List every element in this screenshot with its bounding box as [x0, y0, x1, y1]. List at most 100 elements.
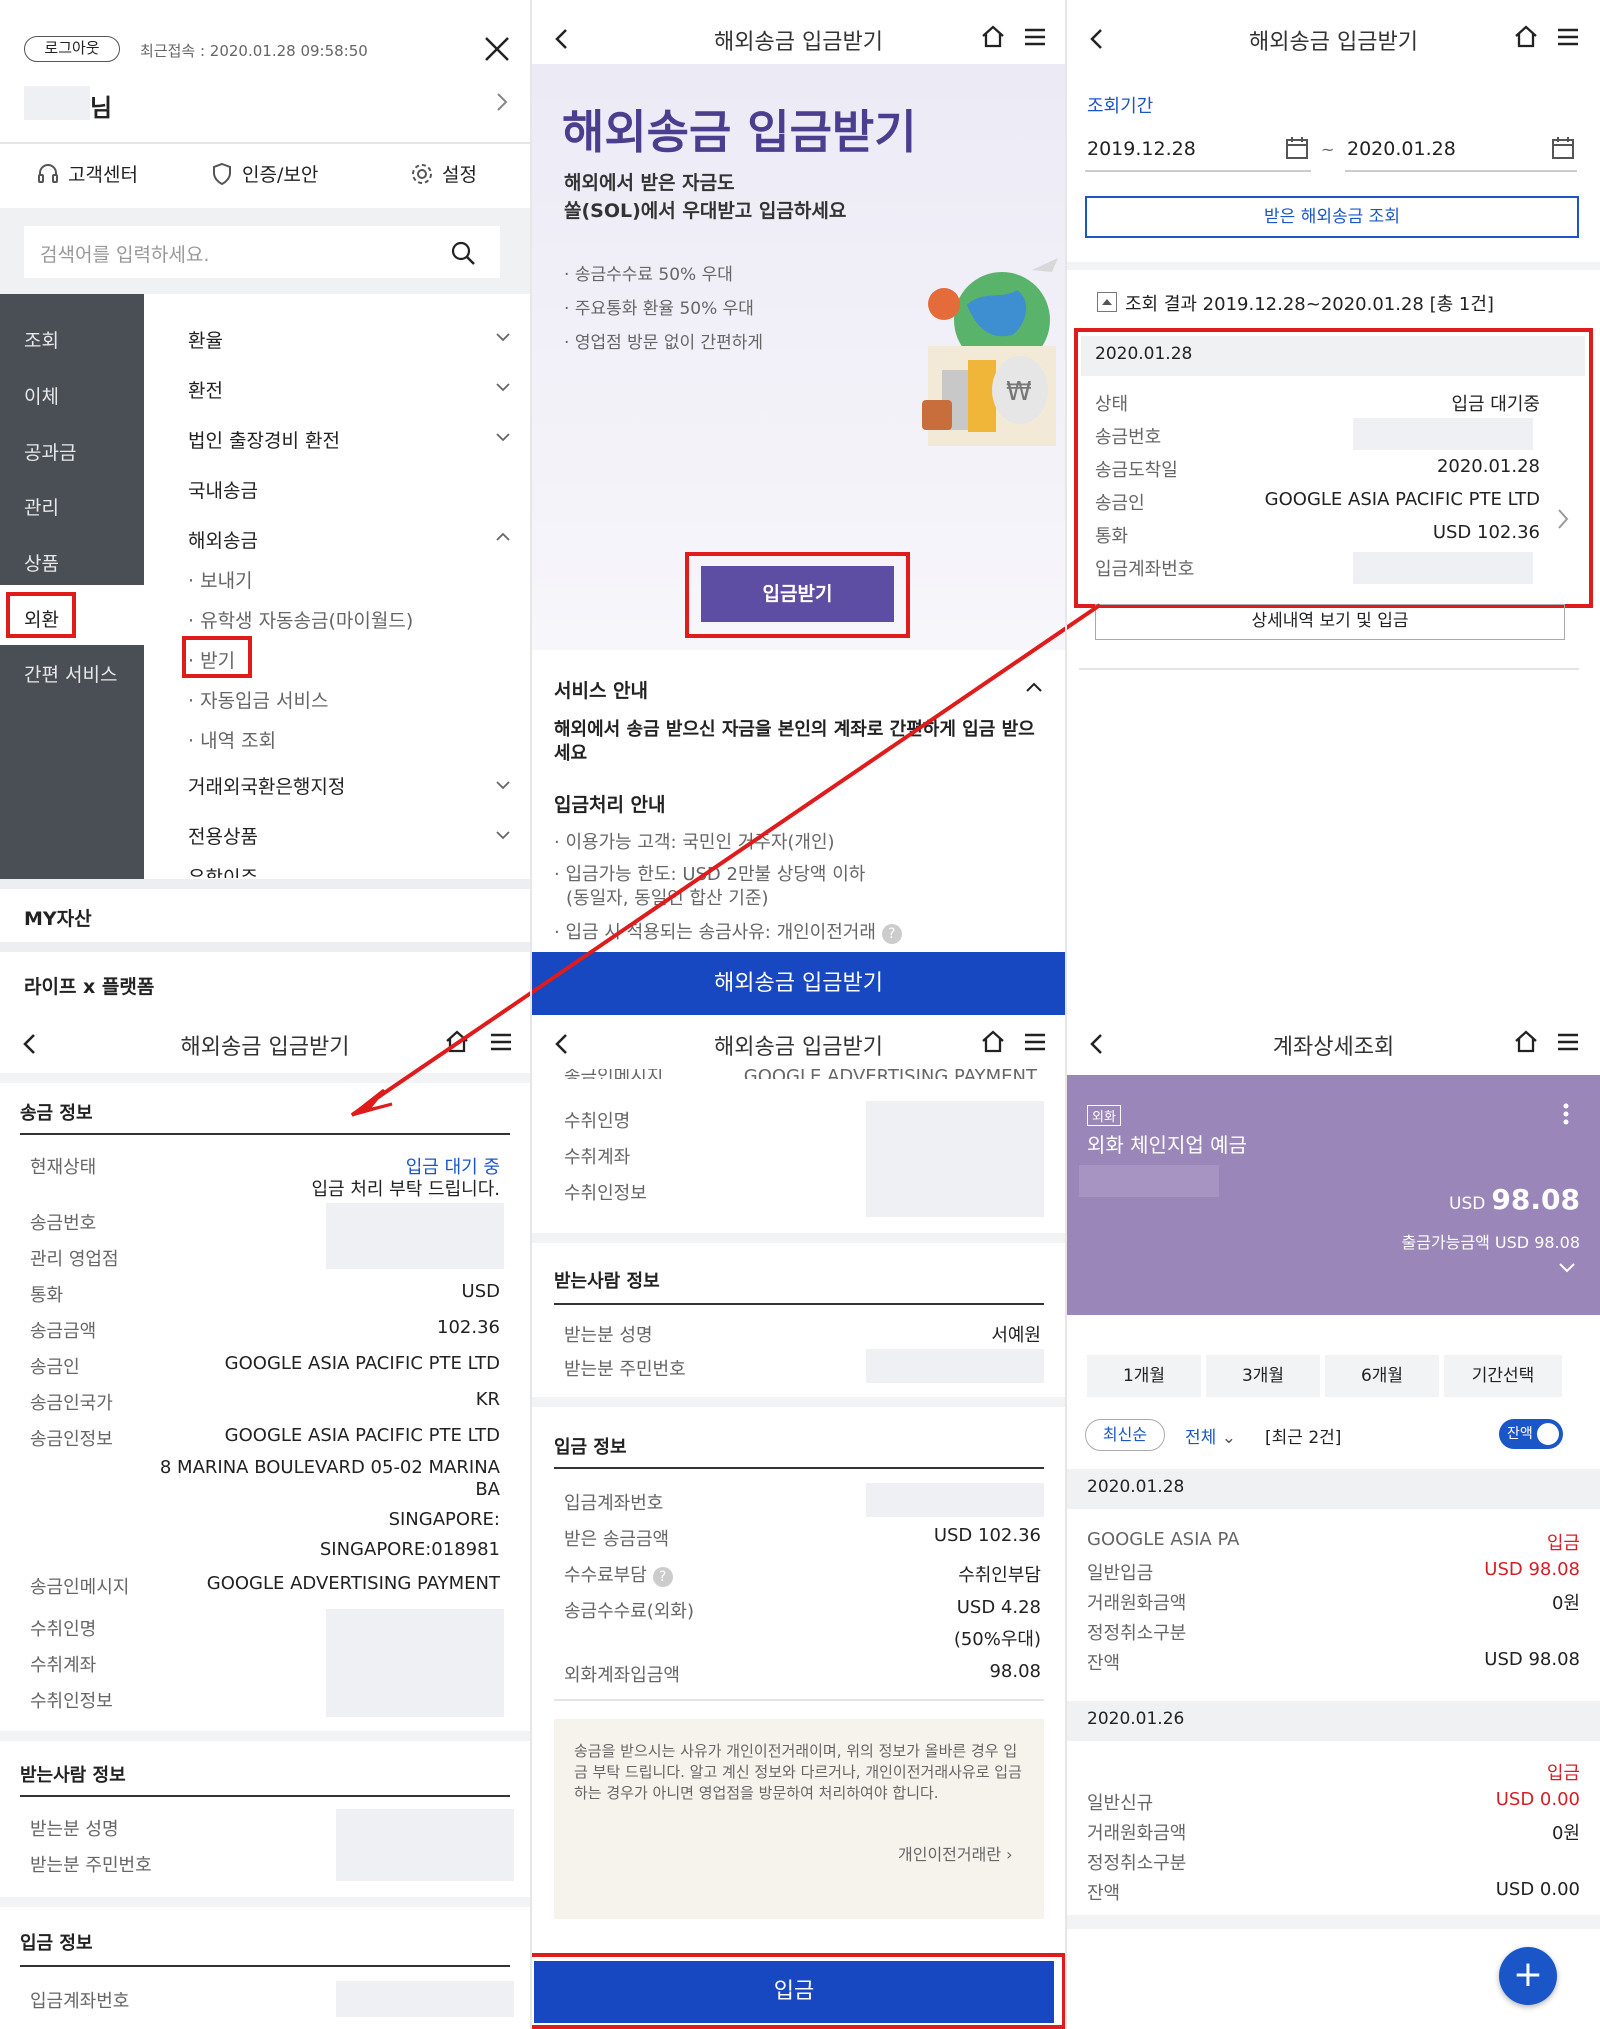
- panel-detail: 해외송금 입금받기 송금 정보 현재상태 입금 대기 중 입금 처리 부탁 드립…: [0, 1015, 530, 2029]
- masked-deposit-acct: [336, 1981, 514, 2017]
- chevron-down-icon: [496, 432, 510, 442]
- security-shortcut[interactable]: 인증/보안: [210, 160, 318, 187]
- home-icon[interactable]: [1513, 24, 1539, 48]
- hamburger-icon[interactable]: [1557, 28, 1579, 46]
- menu-item-corp-exchange[interactable]: 법인 출장경비 환전: [188, 426, 340, 453]
- tilde: ~: [1321, 140, 1335, 159]
- detail-label: 송금인: [30, 1357, 80, 1378]
- detail-label: 관리 영업점: [30, 1249, 119, 1270]
- detail-button[interactable]: 상세내역 보기 및 입금: [1095, 604, 1565, 640]
- panel-separator: [530, 0, 532, 2029]
- process-note: (동일자, 동일인 합산 기준): [566, 888, 769, 909]
- rcpt-label: 수취계좌: [30, 1655, 97, 1676]
- filter-dropdown[interactable]: 전체 ⌄: [1185, 1423, 1236, 1448]
- home-icon[interactable]: [980, 1029, 1006, 1053]
- hamburger-icon[interactable]: [1557, 1033, 1579, 1051]
- calendar-icon[interactable]: [1285, 136, 1309, 160]
- left-menu-item[interactable]: 상품: [24, 549, 59, 576]
- sender-info-label: 송금인정보: [30, 1429, 113, 1450]
- kebab-icon[interactable]: [1563, 1103, 1569, 1125]
- shortcut-label: 인증/보안: [242, 164, 319, 186]
- receive-button[interactable]: 입금받기: [701, 566, 894, 622]
- tx-cancel-label: 정정취소구분: [1087, 1853, 1187, 1874]
- home-icon[interactable]: [1513, 1029, 1539, 1053]
- notice-link[interactable]: 개인이전거래란 ›: [898, 1841, 1013, 1865]
- home-icon[interactable]: [980, 24, 1006, 48]
- menu-item-products[interactable]: 전용상품: [188, 822, 258, 849]
- recv-name: 서예원: [991, 1325, 1041, 1346]
- chevron-right-icon[interactable]: [496, 92, 508, 112]
- help-icon[interactable]: ?: [881, 924, 902, 944]
- left-menu-item[interactable]: 조회: [24, 326, 59, 353]
- tx-amount: USD 0.00: [1495, 1789, 1580, 1810]
- logout-button[interactable]: 로그아웃: [24, 36, 120, 62]
- left-menu-item[interactable]: 관리: [24, 493, 59, 520]
- benefit-text: 주요통화 환율 50% 우대: [574, 299, 754, 319]
- settings-shortcut[interactable]: 설정: [410, 160, 477, 187]
- hamburger-icon[interactable]: [490, 1033, 512, 1051]
- close-icon[interactable]: [484, 36, 510, 62]
- account-name: 외화 체인지업 예금: [1087, 1133, 1247, 1157]
- chevron-down-icon: [496, 830, 510, 840]
- deposit-button[interactable]: 입금: [534, 1961, 1054, 2023]
- menu-item-exchange-rate[interactable]: 환율: [188, 326, 223, 353]
- process-text: 이용가능 고객: 국민인 거주자(개인): [565, 832, 835, 853]
- menu-item-domestic[interactable]: 국내송금: [188, 476, 258, 503]
- help-icon[interactable]: ?: [652, 1567, 673, 1587]
- svg-text:₩: ₩: [1006, 377, 1032, 407]
- msg-value: GOOGLE ADVERTISING PAYMENT: [206, 1573, 500, 1594]
- left-menu-item[interactable]: 간편 서비스: [24, 660, 117, 687]
- highlight-box: [1074, 328, 1593, 608]
- search-icon[interactable]: [450, 240, 476, 266]
- collapse-icon[interactable]: [1097, 292, 1117, 312]
- customer-center-shortcut[interactable]: 고객센터: [36, 160, 138, 187]
- section-gap: [0, 942, 530, 952]
- query-button[interactable]: 받은 해외송금 조회: [1085, 196, 1579, 238]
- menu-item-partial: 유학이주: [188, 868, 258, 878]
- panel-intro: 해외송금 입금받기 해외송금 입금받기 해외에서 받은 자금도 쏠(SOL)에서…: [532, 0, 1065, 1015]
- menu-item-exchange[interactable]: 환전: [188, 376, 223, 403]
- section-gap: [530, 1233, 1067, 1243]
- detail-value: KR: [475, 1389, 500, 1410]
- section-rule: [20, 1965, 510, 1967]
- dep-label: 송금수수료(외화): [564, 1601, 694, 1622]
- chevron-up-icon[interactable]: [1026, 682, 1042, 692]
- tab-1m[interactable]: 1개월: [1087, 1355, 1201, 1397]
- home-icon[interactable]: [444, 1029, 470, 1053]
- toggle-label: 잔액: [1507, 1426, 1533, 1442]
- tx-krw-label: 거래원화금액: [1087, 1823, 1187, 1844]
- date-to-value: 2020.01.28: [1347, 138, 1456, 160]
- chevron-down-icon[interactable]: [1559, 1263, 1575, 1273]
- my-assets-item[interactable]: MY자산: [24, 904, 92, 931]
- tab-3m[interactable]: 3개월: [1206, 1355, 1320, 1397]
- sort-button[interactable]: 최신순: [1085, 1419, 1165, 1451]
- masked-dep-acct: [866, 1483, 1044, 1517]
- recv-id-label: 받는분 주민번호: [564, 1359, 686, 1380]
- tx-amount: USD 98.08: [1484, 1559, 1580, 1580]
- submenu-send[interactable]: · 보내기: [188, 566, 253, 593]
- section-rule: [20, 1795, 510, 1797]
- dep-label: 외화계좌입금액: [564, 1665, 680, 1686]
- menu-item-overseas[interactable]: 해외송금: [188, 526, 258, 553]
- fab-plus-button[interactable]: +: [1499, 1947, 1557, 2005]
- section-gap: [0, 879, 530, 889]
- menu-item-bank-designation[interactable]: 거래외국환은행지정: [188, 772, 345, 799]
- life-platform-item[interactable]: 라이프 x 플랫폼: [24, 972, 154, 999]
- notice-text: 송금을 받으시는 사유가 개인이전거래이며, 위의 정보가 올바른 경우 입금 …: [574, 1742, 1022, 1802]
- submenu-student[interactable]: · 유학생 자동송금(마이월드): [188, 606, 413, 633]
- masked-recv-id: [866, 1349, 1044, 1383]
- process-item: · 입금 시 적용되는 송금사유: 개인이전거래 ?: [554, 918, 902, 944]
- left-menu-item[interactable]: 공과금: [24, 438, 76, 465]
- dep-value: USD 4.28: [956, 1597, 1041, 1618]
- submenu-auto[interactable]: · 자동입금 서비스: [188, 686, 329, 713]
- hamburger-icon[interactable]: [1024, 28, 1046, 46]
- tab-period[interactable]: 기간선택: [1444, 1355, 1562, 1397]
- section-rule: [20, 1133, 510, 1135]
- overseas-receive-button[interactable]: 해외송금 입금받기: [532, 952, 1065, 1015]
- hamburger-icon[interactable]: [1024, 1033, 1046, 1051]
- filter-label: 전체: [1185, 1428, 1217, 1448]
- submenu-history[interactable]: · 내역 조회: [188, 726, 276, 753]
- tab-6m[interactable]: 6개월: [1325, 1355, 1439, 1397]
- left-menu-item[interactable]: 이체: [24, 382, 59, 409]
- calendar-icon[interactable]: [1551, 136, 1575, 160]
